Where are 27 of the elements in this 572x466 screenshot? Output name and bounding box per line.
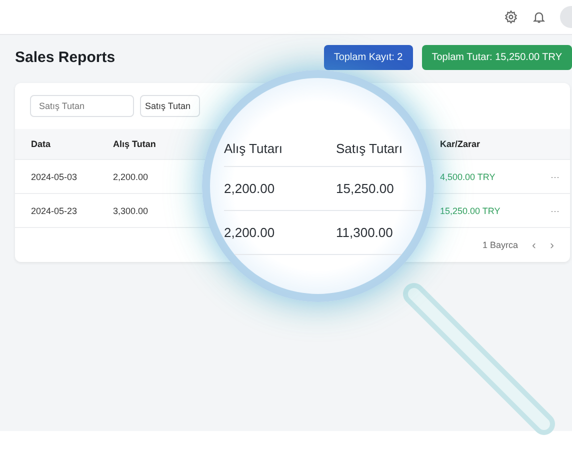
table-cell-text: 2024-05-23 bbox=[30, 206, 78, 216]
more-button[interactable]: ··· bbox=[550, 172, 560, 182]
column-header: Alış Tutan bbox=[113, 139, 157, 149]
filter-field[interactable]: Satış Tutan bbox=[140, 95, 200, 117]
table-cell-text: 4,500.00 TRY bbox=[440, 172, 496, 182]
filter-field[interactable]: Satış Tutan bbox=[30, 95, 134, 117]
summary-badge: Toplam Kayıt: 2 bbox=[324, 44, 413, 70]
column-header: Kar/Zarar bbox=[440, 139, 482, 149]
magnified-cell: 15,250.00 bbox=[336, 167, 426, 211]
previous-page-button[interactable]: ‹ bbox=[532, 238, 536, 252]
table-cell-text: 2,200.00 bbox=[113, 172, 150, 182]
table-cell-text: 15,250.00 TRY bbox=[440, 206, 502, 216]
table-cell-text: 2024-05-03 bbox=[30, 172, 78, 182]
magnified-cell: 2,200.00 bbox=[224, 167, 336, 211]
summary-badge: Toplam Tutar: 15,250.00 TRY bbox=[422, 44, 572, 70]
more-button[interactable]: ··· bbox=[550, 206, 560, 216]
column-header: Data bbox=[30, 139, 52, 149]
page-title: Sales Reports bbox=[15, 48, 116, 66]
settings-icon[interactable] bbox=[504, 10, 518, 24]
bell-icon[interactable] bbox=[532, 10, 546, 24]
magnified-header: Satış Tutarı bbox=[336, 130, 426, 167]
table-cell-text: 3,300.00 bbox=[113, 206, 150, 216]
next-page-button[interactable]: › bbox=[550, 238, 554, 252]
magnified-cell: 2,200.00 bbox=[224, 211, 336, 255]
magnified-cell: 11,300.00 bbox=[336, 211, 426, 255]
page-info: 1 Bayrca bbox=[482, 240, 518, 250]
magnified-header: Alış Tutarı bbox=[224, 130, 336, 167]
